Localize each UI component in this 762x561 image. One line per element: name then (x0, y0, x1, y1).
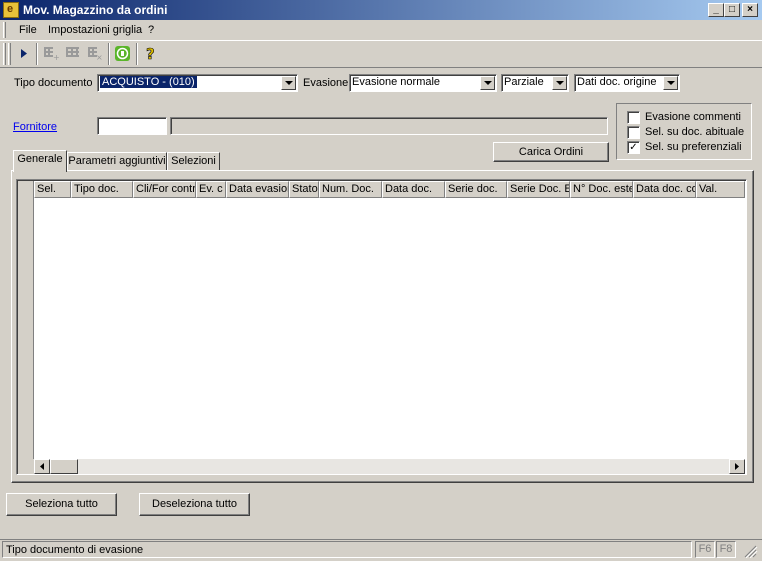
sel-doc-abituale-label: Sel. su doc. abituale (645, 126, 745, 138)
column-header-n-doc-esterno[interactable]: N° Doc. este (570, 181, 633, 198)
column-header-cli-for[interactable]: Cli/For contr. (133, 181, 196, 198)
menu-impostazioni-griglia[interactable]: Impostazioni griglia (48, 24, 142, 36)
scroll-right-button[interactable] (729, 459, 745, 474)
svg-text:+: + (53, 53, 60, 62)
orders-grid[interactable] (16, 179, 747, 475)
column-header-sel[interactable]: Sel. (34, 181, 71, 198)
chevron-down-icon[interactable] (480, 76, 495, 90)
carica-ordini-button[interactable]: Carica Ordini (493, 142, 609, 162)
evasione-label: Evasione (303, 77, 349, 89)
maximize-button[interactable]: □ (724, 3, 740, 17)
toolbar-grip (3, 43, 6, 65)
toolbar-separator (36, 43, 38, 65)
toolbar-separator-2 (108, 43, 110, 65)
select-all-rows-icon[interactable]: + (40, 43, 62, 64)
title-bar: e Mov. Magazzino da ordini _ □ × (0, 0, 762, 20)
fornitore-link[interactable]: Fornitore (13, 121, 57, 133)
column-header-tipo-doc[interactable]: Tipo doc. (71, 181, 133, 198)
column-header-data-doc-co[interactable]: Data doc. co (633, 181, 696, 198)
tipo-documento-value: ACQUISTO - (010) (100, 76, 197, 88)
tipo-documento-select[interactable]: ACQUISTO - (010) (97, 74, 298, 92)
checkmark-icon: ✓ (629, 142, 638, 153)
parziale-select[interactable]: Parziale (501, 74, 569, 92)
chevron-down-icon[interactable] (281, 76, 296, 90)
status-text-panel: Tipo documento di evasione (2, 541, 692, 558)
window-title: Mov. Magazzino da ordini (23, 3, 168, 17)
toolbar-separator-3 (136, 43, 138, 65)
fornitore-name-field (170, 117, 608, 135)
evasione-commenti-checkbox[interactable] (627, 111, 640, 124)
phone-icon[interactable] (112, 43, 134, 64)
app-icon: e (3, 2, 19, 18)
column-header-serie-doc[interactable]: Serie doc. (445, 181, 507, 198)
svg-text:?: ? (146, 45, 155, 63)
tab-selezioni[interactable]: Selezioni (167, 152, 220, 171)
close-button[interactable]: × (742, 3, 758, 17)
resize-grip-icon[interactable] (742, 543, 758, 559)
chevron-down-icon[interactable] (663, 76, 678, 90)
fornitore-code-input[interactable] (97, 117, 167, 135)
column-header-data-evasione[interactable]: Data evasion (226, 181, 289, 198)
status-text: Tipo documento di evasione (6, 544, 144, 556)
scrollbar-corner (18, 459, 34, 474)
tipo-documento-label: Tipo documento (14, 77, 93, 89)
sel-doc-abituale-checkbox[interactable] (627, 126, 640, 139)
menu-help[interactable]: ? (148, 24, 154, 36)
menu-file[interactable]: File (19, 24, 37, 36)
evasione-select[interactable]: Evasione normale (349, 74, 497, 92)
toolbar-grip-2 (8, 43, 11, 65)
dati-select[interactable]: Dati doc. origine (574, 74, 680, 92)
column-header-stato[interactable]: Stato (289, 181, 319, 198)
svg-text:×: × (96, 53, 103, 62)
status-key-f8: F8 (716, 541, 736, 558)
menu-grip (3, 22, 6, 38)
seleziona-tutto-button[interactable]: Seleziona tutto (6, 493, 117, 516)
dati-value: Dati doc. origine (577, 76, 657, 88)
scrollbar-thumb[interactable] (50, 459, 78, 474)
evasione-commenti-label: Evasione commenti (645, 111, 741, 123)
deselect-rows-icon[interactable]: × (84, 43, 106, 64)
row-header-column (18, 181, 34, 459)
column-header-num-doc[interactable]: Num. Doc. (319, 181, 382, 198)
tab-parametri-aggiuntivi[interactable]: Parametri aggiuntivi (67, 152, 167, 171)
tab-generale[interactable]: Generale (13, 150, 67, 172)
scroll-left-button[interactable] (34, 459, 50, 474)
horizontal-scrollbar[interactable] (18, 459, 745, 474)
minimize-button[interactable]: _ (708, 3, 724, 17)
column-header-serie-doc-e[interactable]: Serie Doc. E (507, 181, 570, 198)
arrow-right-icon (735, 463, 739, 470)
column-header-val[interactable]: Val. (696, 181, 745, 198)
chevron-down-icon[interactable] (552, 76, 567, 90)
grid-icon[interactable] (62, 43, 84, 64)
column-header-data-doc[interactable]: Data doc. (382, 181, 445, 198)
parziale-value: Parziale (504, 76, 544, 88)
help-icon[interactable]: ? (140, 43, 162, 64)
deseleziona-tutto-button[interactable]: Deseleziona tutto (139, 493, 250, 516)
status-key-f6: F6 (695, 541, 715, 558)
evasione-value: Evasione normale (352, 76, 441, 88)
sel-preferenziali-checkbox[interactable]: ✓ (627, 141, 640, 154)
arrow-left-icon (40, 463, 44, 470)
play-icon[interactable] (13, 43, 35, 64)
sel-preferenziali-label: Sel. su preferenziali (645, 141, 742, 153)
column-header-ev-c[interactable]: Ev. c (196, 181, 226, 198)
